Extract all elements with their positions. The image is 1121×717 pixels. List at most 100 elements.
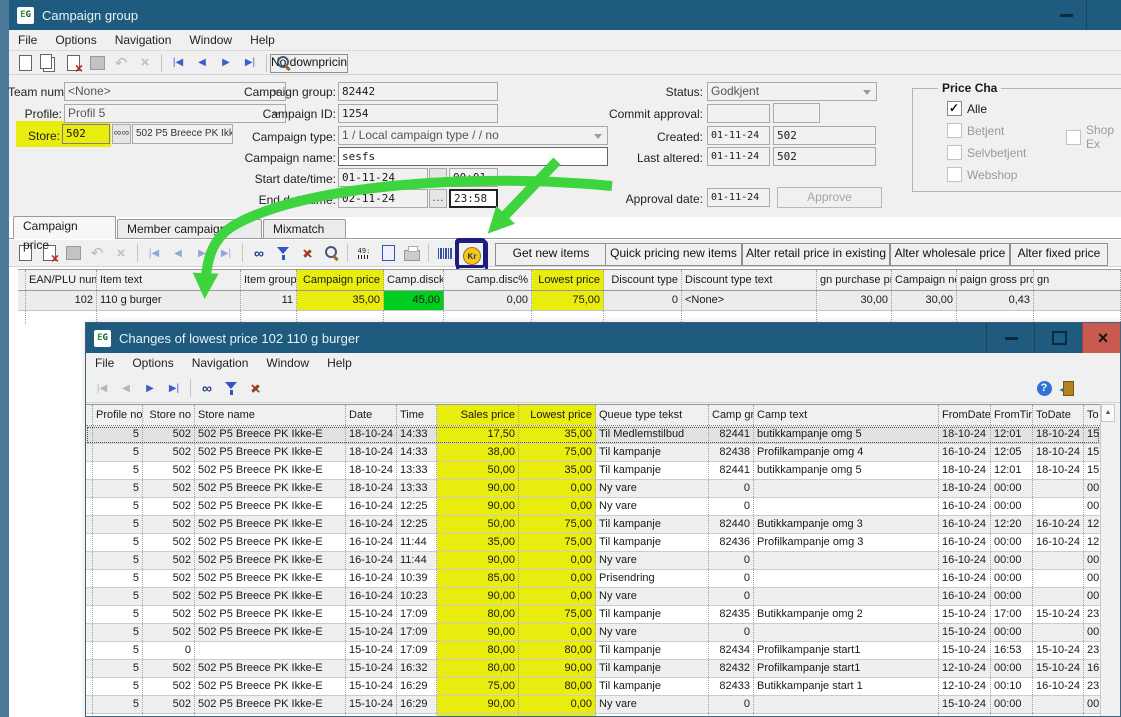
table-row[interactable]: 5502502 P5 Breece PK Ikke-E16-10-2412:25… — [86, 516, 1100, 534]
nav-prev-icon[interactable] — [168, 243, 188, 263]
clear-filter-icon[interactable] — [297, 243, 317, 263]
table-row[interactable]: 5502502 P5 Breece PK Ikke-E15-10-2417:09… — [86, 606, 1100, 624]
table-row[interactable]: 5502502 P5 Breece PK Ikke-E16-10-2410:23… — [86, 588, 1100, 606]
column-header[interactable]: Item group — [241, 270, 297, 290]
menu-item-navigation[interactable]: Navigation — [183, 353, 258, 374]
nav-first-icon[interactable] — [92, 378, 112, 398]
nav-last-icon[interactable] — [216, 243, 236, 263]
toolbar-button-alter-retail-price-in-existing[interactable]: Alter retail price in existing — [742, 243, 890, 266]
campaign-group-field[interactable]: 82442 — [338, 82, 498, 101]
column-header[interactable] — [18, 270, 26, 290]
checkbox-alle[interactable]: Alle — [947, 101, 987, 116]
table-row[interactable]: 5502502 P5 Breece PK Ikke-E15-10-2417:09… — [86, 624, 1100, 642]
minimize-button[interactable] — [1060, 14, 1073, 17]
column-header[interactable]: gn purchase price — [817, 270, 892, 290]
checkbox-betjent[interactable]: Betjent — [947, 123, 1004, 138]
campaign-id-field[interactable]: 1254 — [338, 104, 498, 123]
column-header[interactable]: Camp text — [754, 405, 939, 425]
menu-item-options[interactable]: Options — [123, 353, 182, 374]
campaign-type-select[interactable]: 1 / Local campaign type / / no — [338, 126, 608, 145]
nav-first-icon[interactable] — [144, 243, 164, 263]
table-row[interactable]: 5502502 P5 Breece PK Ikke-E16-10-2411:44… — [86, 534, 1100, 552]
column-header[interactable]: paign gross profit — [957, 270, 1034, 290]
checkbox-shop-ex[interactable]: Shop Ex — [1066, 123, 1121, 151]
table-row[interactable]: 5502502 P5 Breece PK Ikke-E18-10-2413:33… — [86, 462, 1100, 480]
zoom-icon[interactable] — [273, 53, 293, 73]
table-row[interactable]: 5502502 P5 Breece PK Ikke-E15-10-2416:29… — [86, 678, 1100, 696]
campaign-name-input[interactable]: sesfs — [338, 147, 608, 166]
print-icon[interactable] — [402, 243, 422, 263]
table-row[interactable]: 5502502 P5 Breece PK Ikke-E15-10-2416:29… — [86, 696, 1100, 714]
child-minimize-button[interactable] — [986, 323, 1035, 353]
toolbar-button-get-new-items[interactable]: Get new items — [495, 243, 607, 266]
find-binoculars-icon[interactable] — [197, 378, 217, 398]
nav-next-icon[interactable] — [192, 243, 212, 263]
filter-icon[interactable] — [221, 378, 241, 398]
toolbar-button-alter-fixed-price[interactable]: Alter fixed price — [1010, 243, 1108, 266]
toolbar-button-quick-pricing-new-items[interactable]: Quick pricing new items — [605, 243, 742, 266]
nav-last-icon[interactable] — [164, 378, 184, 398]
column-header[interactable]: Store no — [143, 405, 195, 425]
undo-icon[interactable] — [111, 53, 131, 73]
column-header[interactable]: Camp.disc% — [444, 270, 532, 290]
column-header[interactable]: Discount type — [604, 270, 682, 290]
start-date-picker-button[interactable]: … — [429, 168, 447, 187]
child-maximize-button[interactable] — [1034, 323, 1083, 353]
commit-approval-field-1[interactable] — [707, 104, 770, 123]
save-icon[interactable] — [63, 243, 83, 263]
column-header[interactable]: Campaign net — [892, 270, 957, 290]
start-date-field[interactable]: 01-11-24 — [338, 168, 428, 187]
menu-item-help[interactable]: Help — [241, 30, 284, 51]
column-header[interactable] — [86, 405, 93, 425]
import-doc-icon[interactable] — [378, 243, 398, 263]
start-time-field[interactable]: 00:01 — [449, 168, 498, 187]
menu-item-help[interactable]: Help — [318, 353, 361, 374]
find-binoculars-icon[interactable] — [249, 243, 269, 263]
column-header[interactable]: Campaign price — [297, 270, 384, 290]
column-header[interactable]: Profile no — [93, 405, 143, 425]
table-row[interactable]: 5502502 P5 Breece PK Ikke-E18-10-2413:33… — [86, 480, 1100, 498]
table-row[interactable]: 5502502 P5 Breece PK Ikke-E18-10-2414:33… — [86, 426, 1100, 444]
delete-x-icon[interactable] — [111, 243, 131, 263]
approve-button[interactable]: Approve — [777, 187, 882, 208]
table-row[interactable]: 102110 g burger1135,0045,000,0075,000<No… — [18, 291, 1121, 311]
checkbox-selvbetjent[interactable]: Selvbetjent — [947, 145, 1026, 160]
nav-first-icon[interactable] — [168, 53, 188, 73]
tab-member-campaign[interactable]: Member campaign — [117, 219, 262, 239]
delete-item-icon[interactable] — [63, 53, 83, 73]
end-date-picker-button[interactable]: … — [429, 189, 447, 208]
store-lookup-button[interactable]: ∞ — [112, 124, 131, 144]
exit-door-icon[interactable] — [1058, 378, 1078, 398]
menu-item-window[interactable]: Window — [180, 30, 241, 51]
menu-item-file[interactable]: File — [9, 30, 46, 51]
new-document-icon[interactable] — [15, 53, 35, 73]
table-row[interactable]: 5502502 P5 Breece PK Ikke-E15-10-2416:32… — [86, 660, 1100, 678]
menu-item-window[interactable]: Window — [257, 353, 318, 374]
menu-item-navigation[interactable]: Navigation — [106, 30, 181, 51]
column-header[interactable]: Sales price — [437, 405, 519, 425]
nav-prev-icon[interactable] — [192, 53, 212, 73]
column-header[interactable]: Discount type text — [682, 270, 817, 290]
table-row[interactable]: 5502502 P5 Breece PK Ikke-E16-10-2411:44… — [86, 552, 1100, 570]
tab-campaign-price[interactable]: Campaign price — [13, 216, 116, 239]
column-header[interactable]: Lowest price — [519, 405, 596, 425]
clear-filter-icon[interactable] — [245, 378, 265, 398]
status-select[interactable]: Godkjent — [707, 82, 877, 101]
help-icon[interactable] — [1034, 378, 1054, 398]
commit-approval-field-2[interactable] — [773, 103, 820, 123]
nav-last-icon[interactable] — [240, 53, 260, 73]
column-header[interactable]: Item text — [97, 270, 241, 290]
column-header[interactable]: ToDate — [1033, 405, 1084, 425]
table-row[interactable]: 5502502 P5 Breece PK Ikke-E18-10-2414:33… — [86, 444, 1100, 462]
save-icon[interactable] — [87, 53, 107, 73]
end-time-input[interactable]: 23:58 — [449, 189, 498, 208]
barcode-icon[interactable] — [435, 243, 455, 263]
undo-icon[interactable] — [87, 243, 107, 263]
table-row[interactable]: 5015-10-2417:0980,0080,00Til kampanje824… — [86, 642, 1100, 660]
delete-x-icon[interactable] — [135, 53, 155, 73]
menu-item-file[interactable]: File — [86, 353, 123, 374]
column-header[interactable]: gn — [1034, 270, 1121, 290]
nav-next-icon[interactable] — [140, 378, 160, 398]
filter-icon[interactable] — [273, 243, 293, 263]
table-row[interactable]: 5502502 P5 Breece PK Ikke-E16-10-2410:39… — [86, 570, 1100, 588]
